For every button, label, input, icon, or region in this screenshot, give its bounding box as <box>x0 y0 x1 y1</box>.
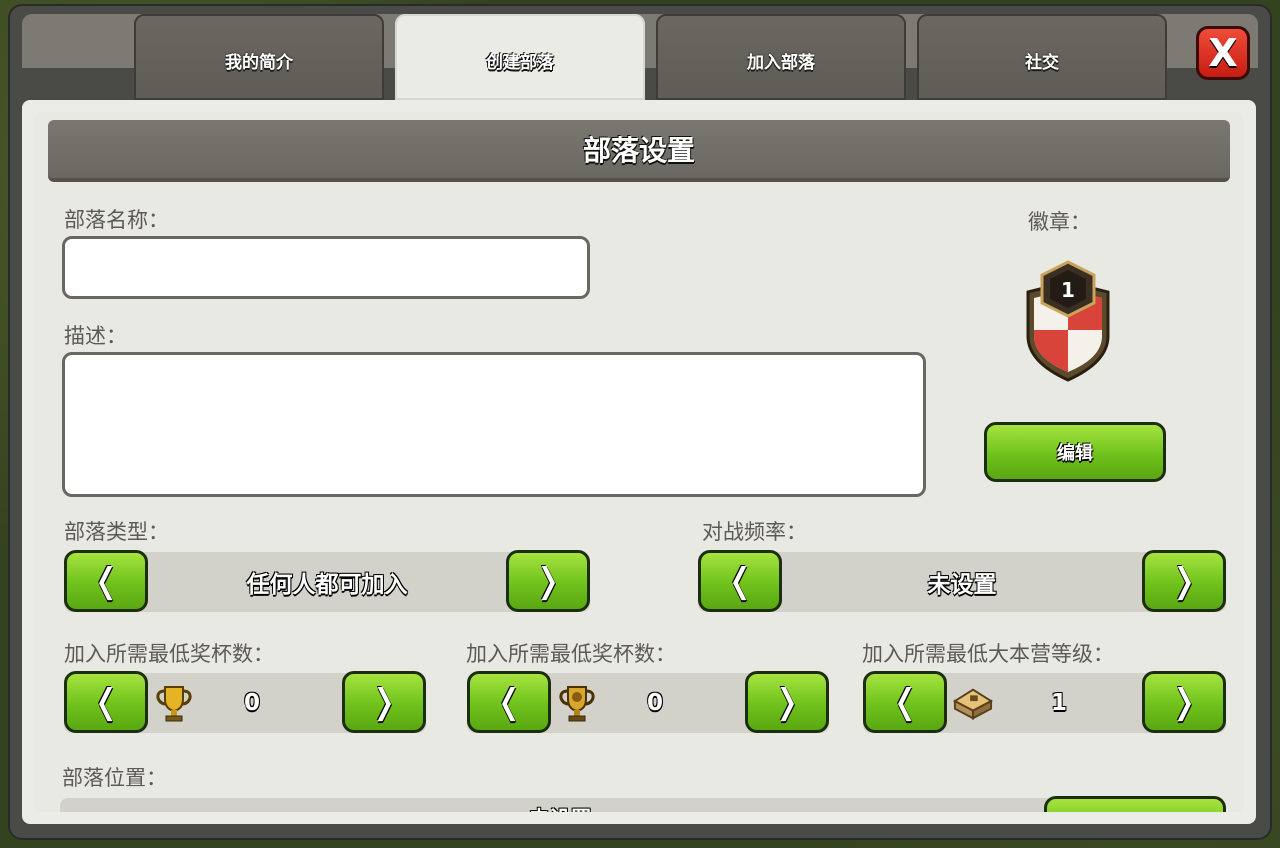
create-clan-panel: 部落设置 部落名称： 描述： 徽章： 1 编辑 部落类型： ❬ 任何人都可加入 … <box>22 100 1256 824</box>
chevron-right-icon: ❭ <box>1169 682 1199 722</box>
clan-type-selector: ❬ 任何人都可加入 ❭ <box>64 550 590 612</box>
clan-name-input[interactable] <box>62 236 590 299</box>
war-frequency-selector: ❬ 未设置 ❭ <box>698 550 1226 612</box>
min-builder-trophies-prev-button[interactable]: ❬ <box>467 671 551 733</box>
min-town-hall-next-button[interactable]: ❭ <box>1142 671 1226 733</box>
close-button[interactable]: X <box>1196 26 1250 80</box>
close-icon: X <box>1208 31 1238 75</box>
panel-content: 部落设置 部落名称： 描述： 徽章： 1 编辑 部落类型： ❬ 任何人都可加入 … <box>34 112 1244 812</box>
min-trophies-next-button[interactable]: ❭ <box>342 671 426 733</box>
min-town-hall-prev-button[interactable]: ❬ <box>863 671 947 733</box>
min-builder-trophies-next-button[interactable]: ❭ <box>745 671 829 733</box>
war-frequency-next-button[interactable]: ❭ <box>1142 550 1226 612</box>
chevron-left-icon: ❬ <box>494 682 524 722</box>
edit-badge-button[interactable]: 编辑 <box>984 422 1166 482</box>
chevron-left-icon: ❬ <box>725 561 755 601</box>
war-frequency-label: 对战频率： <box>702 520 807 544</box>
town-hall-icon <box>953 683 993 723</box>
clan-location-selector: 未设置 <box>60 798 1060 812</box>
min-town-hall-label: 加入所需最低大本营等级： <box>862 642 1114 666</box>
war-frequency-prev-button[interactable]: ❬ <box>698 550 782 612</box>
chevron-right-icon: ❭ <box>772 682 802 722</box>
chevron-left-icon: ❬ <box>91 561 121 601</box>
clan-type-label: 部落类型： <box>64 520 169 544</box>
svg-text:1: 1 <box>1061 278 1075 302</box>
chevron-right-icon: ❭ <box>369 682 399 722</box>
badge-label: 徽章： <box>1028 210 1091 234</box>
min-builder-trophies-selector: ❬ 0 ❭ <box>467 671 829 733</box>
builder-trophy-icon <box>557 683 597 723</box>
min-builder-trophies-label: 加入所需最低奖杯数： <box>466 642 676 666</box>
clan-location-value: 未设置 <box>60 788 1060 812</box>
min-town-hall-value: 1 <box>1051 690 1068 716</box>
min-town-hall-selector: ❬ 1 ❭ <box>863 671 1226 733</box>
min-trophies-prev-button[interactable]: ❬ <box>64 671 148 733</box>
tab-join-clan[interactable]: 加入部落 <box>656 14 906 100</box>
clan-type-next-button[interactable]: ❭ <box>506 550 590 612</box>
description-label: 描述： <box>64 324 127 348</box>
tab-create-clan[interactable]: 创建部落 <box>395 14 645 100</box>
section-title: 部落设置 <box>582 134 695 167</box>
description-input[interactable] <box>62 352 926 497</box>
clan-type-prev-button[interactable]: ❬ <box>64 550 148 612</box>
min-builder-trophies-value: 0 <box>647 690 664 716</box>
chevron-right-icon: ❭ <box>533 561 563 601</box>
tab-social[interactable]: 社交 <box>917 14 1167 100</box>
chevron-right-icon: ❭ <box>1169 561 1199 601</box>
chevron-left-icon: ❬ <box>890 682 920 722</box>
min-trophies-value: 0 <box>244 690 261 716</box>
clan-type-value: 任何人都可加入 <box>246 572 408 598</box>
clan-name-label: 部落名称： <box>64 208 169 232</box>
min-trophies-label: 加入所需最低奖杯数： <box>64 642 274 666</box>
clan-badge-icon[interactable]: 1 <box>1020 258 1116 382</box>
tab-my-profile[interactable]: 我的简介 <box>134 14 384 100</box>
trophy-icon <box>154 683 194 723</box>
war-frequency-value: 未设置 <box>927 572 997 598</box>
chevron-left-icon: ❬ <box>91 682 121 722</box>
clan-location-button[interactable] <box>1044 796 1226 812</box>
section-header: 部落设置 <box>48 120 1230 182</box>
min-trophies-selector: ❬ 0 ❭ <box>64 671 426 733</box>
